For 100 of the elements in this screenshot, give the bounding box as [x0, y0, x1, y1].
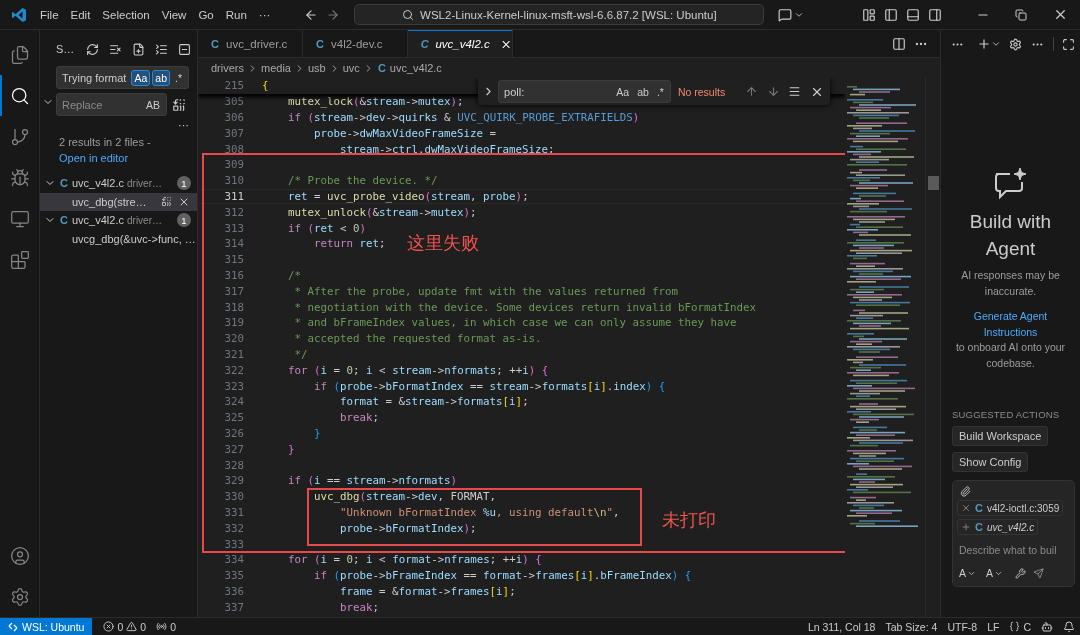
model-picker[interactable]: A — [986, 567, 1004, 579]
chat-input-box[interactable]: C v4l2-ioctl.c:3059 C uvc_v4l2.c Describe what to buil A A — [952, 480, 1075, 587]
line-number: 317 — [223, 284, 244, 298]
encoding[interactable]: UTF-8 — [942, 620, 983, 633]
context-chip[interactable]: C v4l2-ioctl.c:3059 — [957, 500, 1064, 516]
file-name: uvc_v4l2.c — [72, 214, 124, 227]
code-line: break; — [339, 411, 380, 425]
disclaimer-text: AI responses may be inaccurate. — [960, 268, 1061, 299]
suggested-action-button[interactable]: Show Config — [952, 452, 1029, 472]
braces-icon — [1009, 621, 1021, 632]
end-of-line[interactable]: LF — [982, 620, 1005, 633]
menu-item[interactable]: File — [34, 6, 65, 23]
code-line: format = &stream->formats[i]; — [339, 395, 529, 409]
breadcrumb-item[interactable]: uvc_v4l2.c — [389, 62, 442, 74]
send-icon[interactable] — [1031, 567, 1046, 579]
line-number: 310 — [223, 174, 244, 188]
replace-all-icon[interactable] — [171, 97, 187, 112]
code-line: break; — [339, 600, 380, 614]
breadcrumb-item[interactable]: drivers — [211, 62, 244, 74]
replace-field[interactable]: Replace AB — [56, 93, 167, 116]
c-file-icon: C — [210, 38, 220, 50]
panel-heading: Build with Agent — [968, 210, 1053, 261]
annotation-note: 未打印 — [662, 508, 716, 532]
code-line: probe->bFormatIndex); — [339, 521, 477, 535]
find-option-toggle[interactable]: Aa — [613, 83, 633, 100]
breadcrumb-item[interactable]: uvc — [342, 62, 360, 74]
line-number: 312 — [223, 205, 244, 219]
code-line: if (ret < 0) — [287, 221, 367, 235]
indentation[interactable]: Tab Size: 4 — [880, 620, 943, 633]
match-row[interactable]: uvcg_dbg(&uvc->func, … — [40, 229, 197, 248]
code-line: * After the probe, update fmt with the values returned from — [293, 284, 679, 298]
command-center[interactable]: WSL2-Linux-Kernel-linux-msft-wsl-6.6.87.2 [WSL: Ubuntu] — [354, 4, 765, 25]
code-line: probe->dwMaxVideoFrameSize = — [313, 126, 497, 140]
code-line: } — [313, 426, 321, 440]
context-chip[interactable]: C uvc_v4l2.c — [957, 519, 1039, 535]
find-status: No results — [677, 85, 726, 98]
section-title: SUGGESTED ACTIONS — [952, 409, 1060, 420]
remove-icon[interactable] — [961, 503, 971, 513]
problems-indicator[interactable]: 0 0 — [98, 620, 152, 633]
generate-instructions-link[interactable]: Generate Agent Instructions — [955, 309, 1066, 340]
code-line: mutex_lock(&stream->mutex); — [287, 95, 464, 109]
line-number: 308 — [223, 142, 244, 156]
line-number: 305 — [223, 95, 244, 109]
suggested-action-button[interactable]: Build Workspace — [952, 426, 1049, 446]
open-in-editor-link[interactable]: Open in editor — [59, 152, 129, 164]
line-number: 307 — [223, 126, 244, 140]
editor-tab[interactable]: C uvc_v4l2.c — [408, 30, 513, 57]
error-icon — [103, 621, 115, 632]
mode-picker[interactable]: A — [959, 567, 976, 579]
ports-indicator[interactable]: 0 — [151, 620, 181, 633]
code-line: return ret; — [313, 237, 386, 251]
add-icon[interactable] — [961, 522, 971, 532]
line-number: 306 — [223, 111, 244, 124]
find-option-toggle[interactable]: .* — [653, 83, 667, 100]
ports-icon — [156, 621, 168, 632]
scrollbar-thumb[interactable] — [928, 176, 939, 190]
search-field[interactable]: Trying format Aa ab .* — [56, 66, 189, 89]
search-option-toggle[interactable]: Aa — [131, 69, 151, 86]
cursor-position[interactable]: Ln 311, Col 18 — [802, 620, 881, 633]
more-options[interactable]: ··· — [178, 120, 189, 130]
breadcrumb-item[interactable]: usb — [308, 62, 326, 74]
code-line: * and bFrameIndex values, in which case we can only assume they have — [293, 316, 737, 330]
warning-icon — [126, 621, 138, 632]
replace-icon[interactable] — [159, 196, 173, 208]
menu-item[interactable]: Edit — [64, 6, 97, 23]
code-line: ret = uvc_probe_video(stream, probe); — [287, 189, 529, 203]
find-option-toggle[interactable]: ab — [634, 83, 652, 100]
menu-item[interactable]: Run — [219, 6, 253, 23]
line-number: 324 — [223, 395, 244, 409]
line-number: 328 — [223, 458, 244, 472]
breadcrumb-item[interactable]: media — [261, 62, 291, 74]
menu-item[interactable]: View — [155, 6, 193, 23]
code-line: * negotiation with the device. Some devices return invalid bFormatIndex — [293, 300, 757, 314]
line-number: 315 — [223, 253, 244, 267]
search-option-toggle[interactable]: .* — [172, 69, 185, 86]
code-line: if (stream->dev->quirks & UVC_QUIRK_PROBE_EXTRAFIELDS) — [287, 111, 640, 124]
code-line: /* Probe the device. */ — [287, 174, 438, 188]
line-number: 323 — [223, 379, 244, 393]
c-file-icon: C — [974, 521, 984, 533]
code-line: "Unknown bFormatIndex %u, using default\n", — [339, 505, 620, 519]
menu-item[interactable]: Selection — [96, 6, 156, 23]
line-number: 335 — [223, 569, 244, 583]
line-number: 319 — [223, 316, 244, 330]
find-input-field[interactable]: poll: Aa ab .* — [498, 80, 671, 103]
search-option-toggle[interactable]: ab — [152, 69, 170, 86]
view-title: S… — [56, 43, 76, 55]
instructions-text: Generate Agent Instructions to onboard AI onto your codebase. — [955, 309, 1066, 371]
remote-indicator[interactable]: WSL: Ubuntu — [0, 618, 93, 635]
chat-input-field[interactable]: Describe what to buil — [957, 538, 1070, 562]
maximize-icon[interactable] — [1060, 37, 1076, 51]
menu-item[interactable]: ··· — [252, 6, 277, 23]
c-file-icon: C — [376, 62, 387, 74]
line-number: 320 — [223, 332, 244, 346]
line-number: 330 — [223, 490, 244, 504]
language-mode[interactable]: C — [1004, 620, 1036, 633]
preserve-case-toggle[interactable]: AB — [143, 96, 163, 113]
line-number: 314 — [223, 237, 244, 251]
tools-icon[interactable] — [1013, 567, 1028, 579]
match-row[interactable]: uvc_dbg(stre… — [40, 192, 197, 211]
menu-item[interactable]: Go — [192, 6, 220, 23]
